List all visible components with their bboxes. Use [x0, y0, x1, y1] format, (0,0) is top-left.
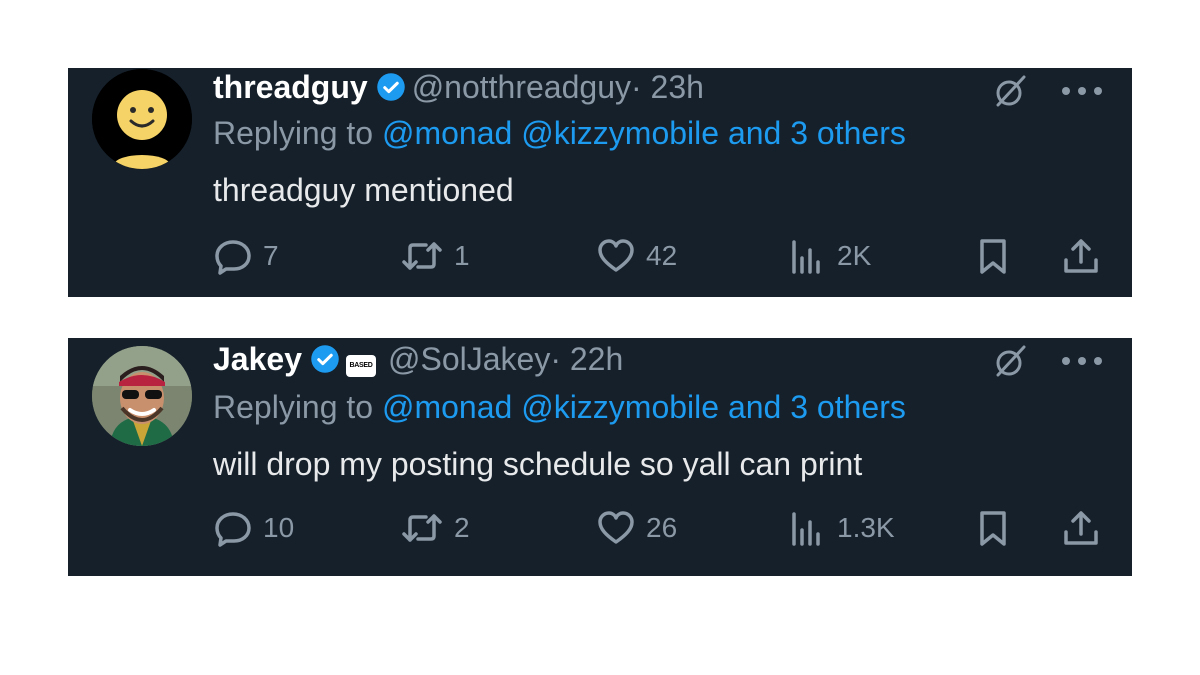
display-name[interactable]: Jakey — [213, 341, 302, 377]
share-button[interactable] — [1061, 236, 1101, 276]
like-count: 26 — [646, 512, 678, 543]
tweet-actions: 10 2 26 1.3K — [213, 508, 1113, 548]
heart-icon — [598, 511, 634, 544]
profile-photo — [92, 346, 192, 446]
tweet-header: threadguy @notthreadguy· 23h — [213, 68, 704, 106]
verified-badge-icon — [311, 345, 339, 373]
tweet-card[interactable]: threadguy @notthreadguy· 23h Replying to … — [68, 68, 1132, 297]
replying-label: Replying to — [213, 115, 374, 151]
reply-icon — [215, 512, 251, 547]
avatar[interactable] — [92, 69, 192, 169]
tweet-text: will drop my posting schedule so yall ca… — [213, 446, 863, 482]
views-chart-icon — [792, 240, 820, 274]
affiliation-badge[interactable]: BASED — [345, 355, 376, 377]
views-chart-icon — [792, 512, 820, 546]
share-icon — [1064, 511, 1098, 545]
share-button[interactable] — [1061, 508, 1101, 548]
verified-badge-icon — [376, 73, 405, 101]
repost-button[interactable]: 2 — [400, 508, 470, 548]
views-count: 1.3K — [837, 512, 895, 543]
bookmark-button[interactable] — [973, 508, 1013, 548]
tweet-card[interactable]: Jakey BASED @SolJakey· 22h Replying to @mo… — [68, 338, 1132, 576]
replying-mentions[interactable]: @monad @kizzymobile and 3 others — [382, 389, 906, 425]
heart-icon — [598, 239, 634, 272]
bookmark-icon — [980, 239, 1006, 274]
replying-to: Replying to @monad @kizzymobile and 3 ot… — [213, 114, 906, 152]
share-icon — [1064, 239, 1098, 273]
replying-mentions[interactable]: @monad @kizzymobile and 3 others — [382, 115, 906, 151]
tweet-text: threadguy mentioned — [213, 172, 514, 208]
repost-icon — [402, 514, 442, 542]
like-button[interactable]: 26 — [596, 508, 677, 548]
repost-icon — [402, 242, 442, 270]
reply-count: 10 — [263, 512, 295, 543]
like-button[interactable]: 42 — [596, 236, 677, 276]
smiley-face-icon — [92, 69, 192, 169]
tweet-top-actions — [992, 342, 1104, 380]
tweet-actions: 7 1 42 2K — [213, 236, 1113, 276]
views-button[interactable]: 2K — [787, 236, 871, 276]
timestamp[interactable]: · 22h — [550, 341, 623, 377]
grok-icon[interactable] — [992, 342, 1030, 380]
reply-button[interactable]: 10 — [213, 508, 294, 548]
reply-button[interactable]: 7 — [213, 236, 279, 276]
more-options-icon[interactable] — [1060, 85, 1104, 97]
reply-count: 7 — [263, 240, 279, 271]
grok-icon[interactable] — [992, 72, 1030, 110]
views-count: 2K — [837, 240, 872, 271]
replying-to: Replying to @monad @kizzymobile and 3 ot… — [213, 388, 906, 426]
bookmark-icon — [980, 511, 1006, 546]
avatar[interactable] — [92, 346, 192, 446]
more-options-icon[interactable] — [1060, 355, 1104, 367]
bookmark-button[interactable] — [973, 236, 1013, 276]
tweet-header: Jakey BASED @SolJakey· 22h — [213, 340, 623, 378]
replying-label: Replying to — [213, 389, 374, 425]
reply-icon — [215, 240, 251, 275]
timestamp[interactable]: · 23h — [631, 69, 704, 105]
handle[interactable]: @SolJakey — [388, 341, 550, 377]
repost-button[interactable]: 1 — [400, 236, 470, 276]
repost-count: 2 — [454, 512, 470, 543]
display-name[interactable]: threadguy — [213, 69, 368, 105]
tweet-top-actions — [992, 72, 1104, 110]
views-button[interactable]: 1.3K — [787, 508, 895, 548]
handle[interactable]: @notthreadguy — [412, 69, 631, 105]
repost-count: 1 — [454, 240, 470, 271]
like-count: 42 — [646, 240, 678, 271]
